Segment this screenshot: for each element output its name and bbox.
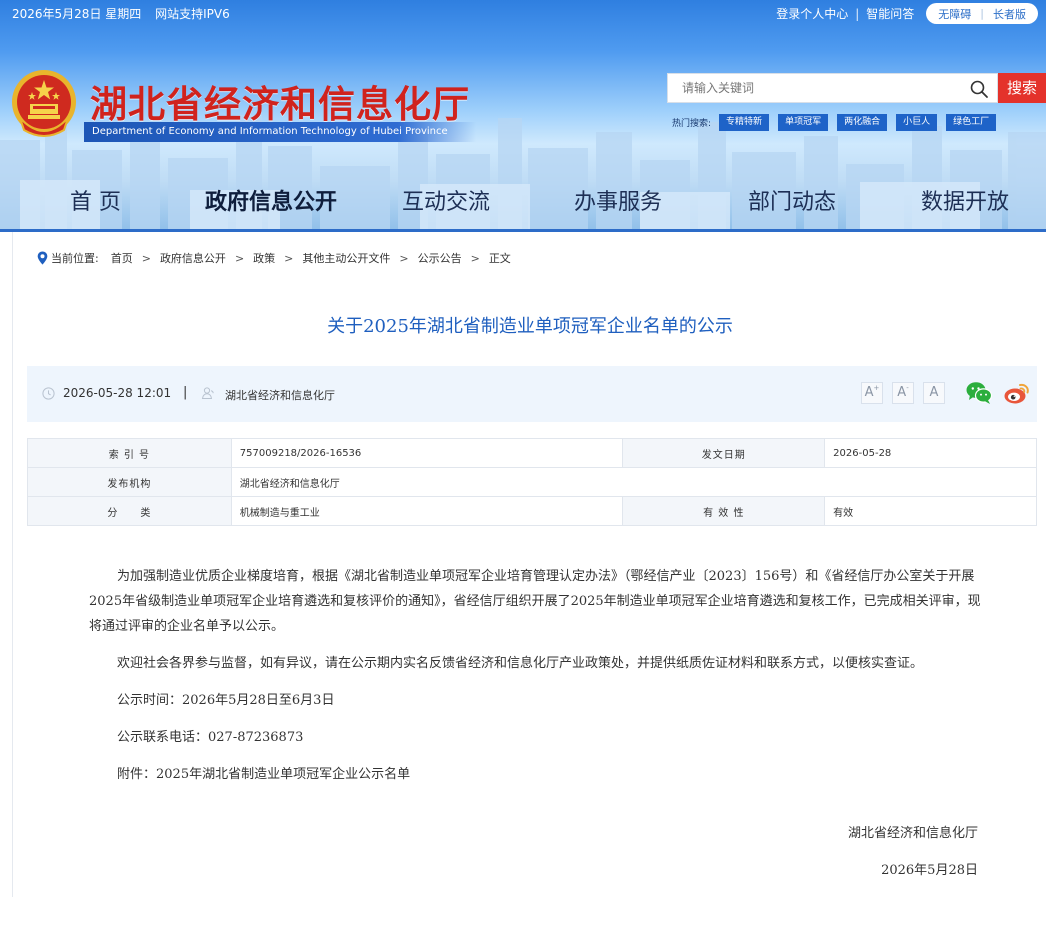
breadcrumb-separator: >: [399, 251, 409, 265]
hot-tag-xiaojuren[interactable]: 小巨人: [896, 114, 938, 131]
site-header: 2026年5月28日 星期四 网站支持IPV6 登录个人中心 | 智能问答 无障…: [0, 0, 1046, 232]
index-number-value: 757009218/2026-16536: [230, 438, 624, 468]
nav-home[interactable]: 首 页: [70, 184, 121, 216]
table-row: 发布机构 湖北省经济和信息化厅: [27, 467, 1038, 497]
hot-tag-lvsegongchang[interactable]: 绿色工厂: [946, 114, 997, 131]
signoff-organization: 湖北省经济和信息化厅: [847, 826, 978, 841]
hot-search-label: 热门搜索:: [672, 119, 712, 129]
breadcrumb-announcements[interactable]: 公示公告: [418, 250, 462, 266]
category-label: 分 类: [27, 496, 232, 526]
main-nav: 首 页 政府信息公开 互动交流 办事服务 部门动态 数据开放: [0, 184, 1046, 224]
nav-interaction[interactable]: 互动交流: [402, 184, 490, 216]
breadcrumb-gov-info[interactable]: 政府信息公开: [160, 250, 226, 266]
issuing-org-label: 发布机构: [27, 467, 232, 497]
index-number-label: 索 引 号: [27, 438, 232, 468]
site-title: 湖北省经济和信息化厅: [90, 82, 470, 126]
table-row: 索 引 号 757009218/2026-16536 发文日期 2026-05-…: [27, 438, 1037, 468]
breadcrumb-current: 正文: [488, 252, 511, 265]
elderly-mode-link[interactable]: 长者版: [991, 6, 1028, 22]
issue-date-label: 发文日期: [622, 438, 826, 468]
category-value: 机械制造与重工业: [230, 496, 624, 526]
article-body: 为加强制造业优质企业梯度培育，根据《湖北省制造业单项冠军企业培育管理认定办法》（…: [89, 564, 985, 799]
font-size-increase-label: A: [864, 385, 874, 400]
article-meta-bar: 2026-05-28 12:01 | 湖北省经济和信息化厅 A+ A- A: [27, 366, 1037, 422]
breadcrumb-separator: >: [470, 251, 480, 265]
signoff-date: 2026年5月28日: [881, 863, 978, 878]
search-icon[interactable]: [969, 79, 989, 99]
weibo-share-icon[interactable]: [1003, 380, 1031, 406]
hot-tag-danxiangguanjun[interactable]: 单项冠军: [778, 114, 829, 131]
issuing-org-value: 湖北省经济和信息化厅: [230, 467, 1038, 497]
table-row: 分 类 机械制造与重工业 有 效 性 有效: [27, 496, 1037, 526]
publicity-period: 公示时间：2026年5月28日至6月3日: [117, 693, 335, 708]
divider: |: [855, 6, 860, 21]
article-title: 关于2025年湖北省制造业单项冠军企业名单的公示: [327, 316, 733, 337]
clock-icon: [42, 387, 55, 400]
breadcrumb-policy[interactable]: 政策: [253, 250, 275, 266]
nav-services[interactable]: 办事服务: [574, 184, 662, 216]
breadcrumb-separator: >: [284, 251, 294, 265]
login-link[interactable]: 登录个人中心: [776, 5, 848, 22]
attachment-link[interactable]: 附件：2025年湖北省制造业单项冠军企业公示名单: [89, 762, 985, 787]
breadcrumb-other-files[interactable]: 其他主动公开文件: [302, 250, 390, 266]
body-paragraph-2: 欢迎社会各界参与监督，如有异议，请在公示期内实名反馈省经济和信息化厅产业政策处，…: [117, 656, 924, 671]
divider: |: [980, 7, 984, 20]
publisher-name: 湖北省经济和信息化厅: [225, 389, 335, 402]
breadcrumb-home[interactable]: 首页: [111, 250, 133, 266]
article-container: 当前位置: 首页 > 政府信息公开 > 政策 > 其他主动公开文件 > 公示公告…: [12, 232, 1046, 897]
nav-gov-info-disclosure[interactable]: 政府信息公开: [205, 184, 337, 216]
body-paragraph-1: 为加强制造业优质企业梯度培育，根据《湖北省制造业单项冠军企业培育管理认定办法》（…: [89, 569, 981, 634]
contact-phone: 公示联系电话：027-87236873: [117, 730, 304, 745]
font-size-decrease-label: A: [897, 385, 907, 400]
hot-tag-zhuanjingtexin[interactable]: 专精特新: [719, 114, 770, 131]
font-size-reset-label: A: [929, 385, 939, 400]
publisher-icon: [201, 387, 214, 399]
location-pin-icon: [37, 251, 48, 265]
search-box: [667, 73, 998, 103]
validity-label: 有 效 性: [622, 496, 826, 526]
issue-date-value: 2026-05-28: [824, 438, 1037, 468]
current-date: 2026年5月28日 星期四: [12, 7, 142, 21]
site-subtitle: Department of Economy and Information Te…: [84, 122, 476, 142]
hot-tag-lianghuaronghe[interactable]: 两化融合: [837, 114, 888, 131]
font-size-reset-button[interactable]: A: [923, 382, 945, 404]
wechat-share-icon[interactable]: [965, 380, 993, 406]
document-info-table: 索 引 号 757009218/2026-16536 发文日期 2026-05-…: [27, 438, 1038, 526]
hot-search-row: 热门搜索: 专精特新 单项冠军 两化融合 小巨人 绿色工厂: [672, 114, 1005, 131]
font-size-increase-button[interactable]: A+: [861, 382, 883, 404]
nav-department-news[interactable]: 部门动态: [748, 184, 836, 216]
breadcrumb: 当前位置: 首页 > 政府信息公开 > 政策 > 其他主动公开文件 > 公示公告…: [37, 250, 511, 266]
nav-open-data[interactable]: 数据开放: [921, 184, 1009, 216]
font-size-decrease-button[interactable]: A-: [892, 382, 914, 404]
publish-time: 2026-05-28 12:01: [63, 386, 172, 400]
breadcrumb-label: 当前位置:: [51, 252, 99, 265]
breadcrumb-separator: >: [141, 251, 151, 265]
search-button[interactable]: 搜索: [998, 73, 1046, 103]
top-utility-bar: 2026年5月28日 星期四 网站支持IPV6 登录个人中心 | 智能问答 无障…: [0, 0, 1046, 26]
validity-value: 有效: [824, 496, 1037, 526]
accessible-mode-link[interactable]: 无障碍: [936, 6, 973, 22]
smart-qa-link[interactable]: 智能问答: [866, 5, 914, 22]
ipv6-support-text: 网站支持IPV6: [155, 7, 230, 21]
accessibility-toggle-group: 无障碍 | 长者版: [926, 3, 1038, 24]
meta-divider: |: [183, 385, 188, 400]
breadcrumb-separator: >: [234, 251, 245, 265]
search-input[interactable]: [668, 74, 958, 102]
national-emblem-logo: [12, 70, 76, 137]
